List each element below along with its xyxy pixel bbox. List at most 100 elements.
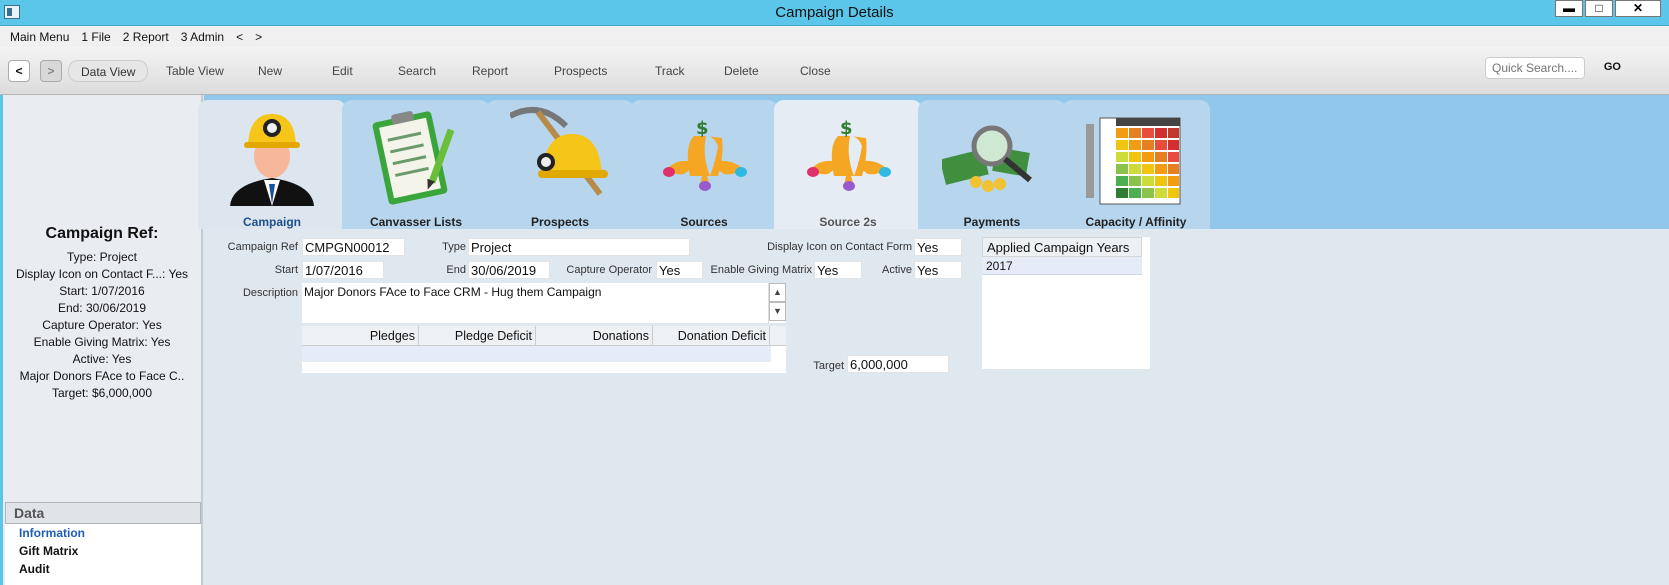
menu-next[interactable]: > bbox=[255, 30, 262, 44]
maximize-button[interactable]: □ bbox=[1585, 0, 1613, 17]
back-button[interactable]: < bbox=[8, 60, 30, 82]
menu-bar: Main Menu 1 File 2 Report 3 Admin < > bbox=[0, 26, 1669, 47]
delete-button[interactable]: Delete bbox=[712, 60, 771, 82]
prospects-button[interactable]: Prospects bbox=[542, 60, 619, 82]
tab-label-payments: Payments bbox=[963, 215, 1021, 229]
matrix-chart-icon bbox=[1086, 117, 1181, 205]
report-button[interactable]: Report bbox=[460, 60, 520, 82]
go-button[interactable]: GO bbox=[1604, 61, 1621, 73]
menu-report[interactable]: 2 Report bbox=[123, 30, 169, 44]
end-field[interactable]: 30/06/2019 bbox=[468, 261, 550, 279]
display-icon-label: Display Icon on Contact Form bbox=[767, 241, 912, 253]
campaign-ref-label: Campaign Ref bbox=[227, 241, 298, 253]
summary-end: End: 30/06/2019 bbox=[57, 301, 147, 315]
summary-description: Major Donors FAce to Face C.. bbox=[19, 369, 185, 383]
summary-heading: Campaign Ref: bbox=[45, 225, 159, 242]
clipboard-icon bbox=[372, 111, 455, 205]
tab-prospects[interactable]: Prospects bbox=[486, 100, 634, 229]
forward-button[interactable]: > bbox=[40, 60, 62, 82]
sources-icon: $ bbox=[807, 118, 891, 191]
menu-file[interactable]: 1 File bbox=[81, 30, 110, 44]
tab-canvasser-lists[interactable]: Canvasser Lists bbox=[342, 100, 490, 229]
sources-icon: $ bbox=[663, 118, 747, 191]
col-pledges[interactable]: Pledges bbox=[302, 326, 419, 345]
col-pledge-deficit[interactable]: Pledge Deficit bbox=[419, 326, 536, 345]
summary-display-icon: Display Icon on Contact F...: Yes bbox=[15, 267, 189, 281]
tab-label-capacity-affinity: Capacity / Affinity bbox=[1085, 215, 1187, 229]
tab-capacity-affinity[interactable]: Capacity / Affinity bbox=[1062, 100, 1210, 229]
miner-person-icon bbox=[230, 114, 314, 206]
close-button[interactable]: Close bbox=[788, 60, 843, 82]
toolbar: < > Data View Table View New Edit Search… bbox=[0, 47, 1669, 95]
list-item[interactable]: 2017 bbox=[982, 257, 1142, 275]
pickaxe-helmet-icon bbox=[510, 107, 608, 196]
minimize-button[interactable]: ▬ bbox=[1555, 0, 1583, 17]
col-donations[interactable]: Donations bbox=[536, 326, 653, 345]
target-label: Target bbox=[813, 360, 844, 372]
applied-years-header[interactable]: Applied Campaign Years bbox=[982, 237, 1142, 257]
summary-start: Start: 1/07/2016 bbox=[59, 284, 145, 298]
close-window-button[interactable]: ✕ bbox=[1615, 0, 1661, 17]
summary-target: Target: $6,000,000 bbox=[51, 386, 153, 400]
edit-button[interactable]: Edit bbox=[320, 60, 365, 82]
start-field[interactable]: 1/07/2016 bbox=[302, 261, 384, 279]
tab-label-canvasser-lists: Canvasser Lists bbox=[369, 215, 463, 229]
capture-operator-field[interactable]: Yes bbox=[656, 261, 703, 279]
campaign-summary: Campaign Ref: Type: Project Display Icon… bbox=[3, 225, 201, 402]
gift-matrix-link[interactable]: Gift Matrix bbox=[5, 542, 201, 560]
data-view-button[interactable]: Data View bbox=[68, 60, 149, 82]
new-button[interactable]: New bbox=[246, 60, 294, 82]
window-title: Campaign Details bbox=[775, 4, 894, 21]
active-field[interactable]: Yes bbox=[914, 261, 962, 279]
title-bar: Campaign Details ▬ □ ✕ bbox=[0, 0, 1669, 26]
giving-matrix-field[interactable]: Yes bbox=[814, 261, 862, 279]
data-section-header: Data bbox=[5, 502, 201, 524]
tab-strip: Campaign Canvasser Lists Prospects $ Sou… bbox=[198, 95, 1669, 229]
svg-text:$: $ bbox=[840, 118, 853, 139]
tab-campaign[interactable]: Campaign bbox=[198, 100, 346, 229]
track-button[interactable]: Track bbox=[643, 60, 697, 82]
data-links: Information Gift Matrix Audit bbox=[5, 524, 201, 585]
summary-capture: Capture Operator: Yes bbox=[42, 318, 162, 332]
tab-label-prospects: Prospects bbox=[530, 215, 590, 229]
money-magnifier-icon bbox=[942, 125, 1032, 192]
campaign-ref-field[interactable]: CMPGN00012 bbox=[302, 238, 405, 256]
tab-sources[interactable]: $ Sources bbox=[630, 100, 778, 229]
scroll-down-icon[interactable]: ▼ bbox=[769, 302, 786, 321]
capture-operator-label: Capture Operator bbox=[566, 264, 652, 276]
summary-active: Active: Yes bbox=[72, 352, 132, 366]
tab-label-campaign: Campaign bbox=[242, 215, 301, 229]
table-row[interactable] bbox=[302, 346, 771, 362]
left-panel: Campaign Ref: Type: Project Display Icon… bbox=[0, 95, 203, 585]
table-view-button[interactable]: Table View bbox=[154, 60, 236, 82]
start-label: Start bbox=[274, 264, 298, 276]
active-label: Active bbox=[882, 264, 912, 276]
summary-giving: Enable Giving Matrix: Yes bbox=[33, 335, 171, 349]
audit-link[interactable]: Audit bbox=[5, 560, 201, 578]
tab-payments[interactable]: Payments bbox=[918, 100, 1066, 229]
col-donation-deficit[interactable]: Donation Deficit bbox=[653, 326, 770, 345]
giving-matrix-label: Enable Giving Matrix bbox=[710, 264, 813, 276]
pledge-grid: Pledges Pledge Deficit Donations Donatio… bbox=[302, 326, 786, 373]
end-label: End bbox=[446, 264, 466, 276]
type-field[interactable]: Project bbox=[468, 238, 690, 256]
tab-label-source-2s: Source 2s bbox=[819, 215, 877, 229]
scroll-up-icon[interactable]: ▲ bbox=[769, 283, 786, 302]
menu-prev[interactable]: < bbox=[236, 30, 243, 44]
svg-text:$: $ bbox=[696, 118, 709, 139]
quick-search-input[interactable] bbox=[1485, 57, 1585, 79]
applied-years-list: Applied Campaign Years 2017 bbox=[982, 237, 1150, 369]
information-link[interactable]: Information bbox=[5, 524, 201, 542]
description-scrollbar[interactable]: ▲ ▼ bbox=[768, 283, 786, 323]
display-icon-field[interactable]: Yes bbox=[914, 238, 962, 256]
description-textarea[interactable]: Major Donors FAce to Face CRM - Hug them… bbox=[302, 283, 772, 323]
summary-type: Type: Project bbox=[66, 250, 138, 264]
description-label: Description bbox=[242, 287, 298, 299]
tab-source-2s[interactable]: $ Source 2s bbox=[774, 100, 922, 229]
menu-main[interactable]: Main Menu bbox=[10, 30, 69, 44]
target-field[interactable]: 6,000,000 bbox=[847, 355, 949, 373]
search-button[interactable]: Search bbox=[386, 60, 448, 82]
menu-admin[interactable]: 3 Admin bbox=[181, 30, 224, 44]
tab-label-sources: Sources bbox=[680, 215, 728, 229]
type-label: Type bbox=[442, 241, 466, 253]
